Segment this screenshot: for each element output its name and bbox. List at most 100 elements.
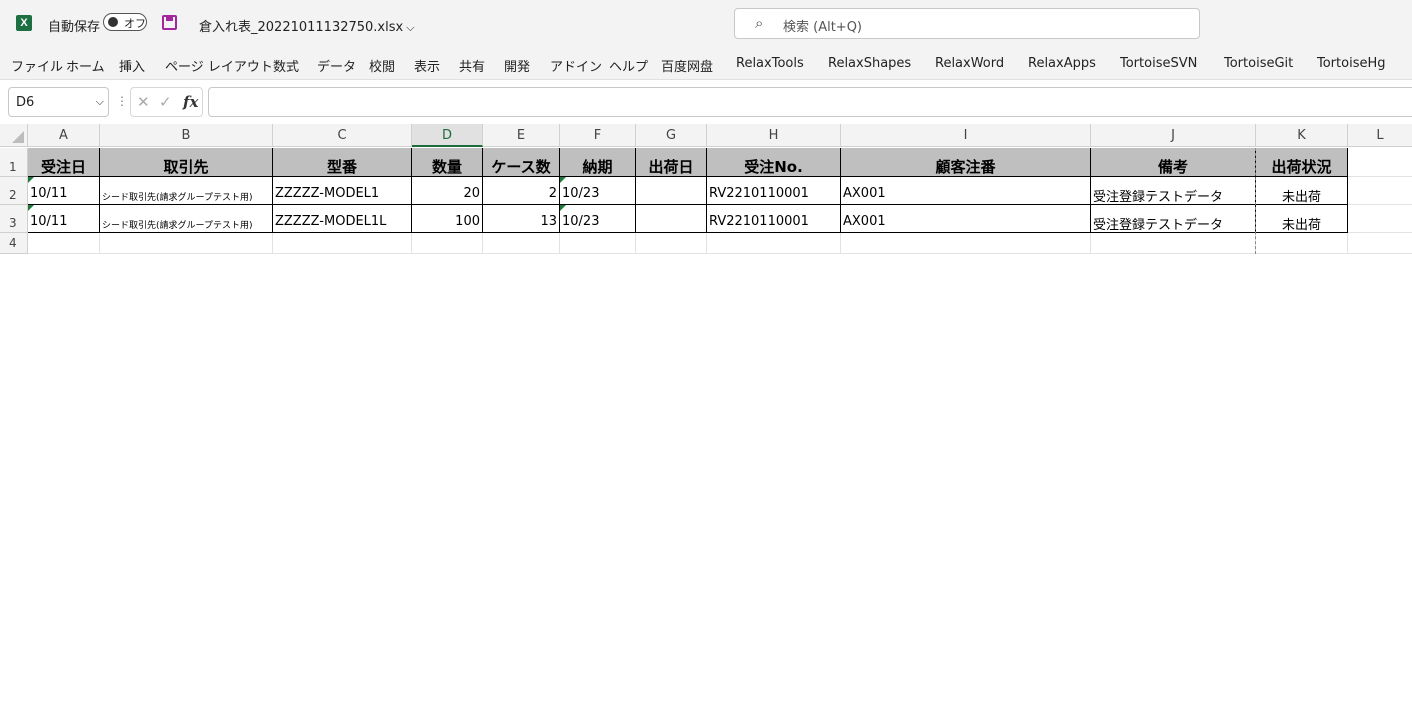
table-cell[interactable]: 未出荷 [1256, 205, 1348, 233]
autosave-toggle[interactable]: オフ [103, 13, 147, 31]
column-header-c[interactable]: C [273, 124, 412, 147]
tab-page-layout[interactable]: ページ レイアウト [165, 56, 273, 75]
table-cell[interactable]: AX001 [841, 205, 1091, 233]
name-box-value: D6 [16, 95, 35, 110]
tab-formulas[interactable]: 数式 [273, 56, 299, 75]
select-all-button[interactable] [0, 124, 28, 147]
table-cell[interactable] [636, 233, 707, 254]
table-cell[interactable] [636, 205, 707, 233]
table-cell[interactable]: 100 [412, 205, 483, 233]
tab-relaxtools[interactable]: RelaxTools [736, 56, 804, 71]
column-header-k[interactable]: K [1256, 124, 1348, 147]
tab-tortoisesvn[interactable]: TortoiseSVN [1120, 56, 1197, 71]
table-cell[interactable]: シード取引先(請求グループテスト用) [100, 205, 273, 233]
tab-tortoisegit[interactable]: TortoiseGit [1224, 56, 1293, 71]
table-cell[interactable] [1256, 233, 1348, 254]
insert-function-icon[interactable]: fx [183, 93, 198, 111]
table-cell[interactable]: ZZZZZ-MODEL1 [273, 177, 412, 205]
table-cell[interactable]: 受注登録テストデータ [1091, 177, 1256, 205]
tab-view[interactable]: 表示 [414, 56, 440, 75]
column-header-f[interactable]: F [560, 124, 636, 147]
column-header-l[interactable]: L [1348, 124, 1412, 147]
ribbon-tabs: ファイル ホーム 挿入 ページ レイアウト 数式 データ 校閲 表示 共有 開発… [0, 48, 1412, 80]
table-cell[interactable]: 10/23 [560, 205, 636, 233]
table-cell[interactable] [1348, 177, 1412, 205]
column-header-j[interactable]: J [1091, 124, 1256, 147]
table-cell[interactable]: 20 [412, 177, 483, 205]
column-header-i[interactable]: I [841, 124, 1091, 147]
table-cell[interactable] [28, 233, 100, 254]
tab-addins[interactable]: アドイン [550, 56, 602, 75]
more-options-icon[interactable]: ⋮ [116, 94, 128, 108]
tab-developer[interactable]: 開発 [504, 56, 530, 75]
header-cell-model[interactable]: 型番 [273, 148, 412, 177]
column-header-b[interactable]: B [100, 124, 273, 147]
header-cell-ship-status[interactable]: 出荷状況 [1256, 148, 1348, 177]
table-cell[interactable] [483, 233, 560, 254]
table-cell[interactable]: 受注登録テストデータ [1091, 205, 1256, 233]
chevron-down-icon[interactable]: ⌵ [96, 95, 104, 109]
table-cell[interactable] [1348, 148, 1412, 177]
table-cell[interactable]: 10/23 [560, 177, 636, 205]
tab-data[interactable]: データ [317, 56, 356, 75]
column-header-d[interactable]: D [412, 124, 483, 147]
header-cell-customer-po[interactable]: 顧客注番 [841, 148, 1091, 177]
header-cell-notes[interactable]: 備考 [1091, 148, 1256, 177]
table-cell[interactable] [560, 233, 636, 254]
header-cell-due-date[interactable]: 納期 [560, 148, 636, 177]
table-cell[interactable]: RV2210110001 [707, 205, 841, 233]
table-cell[interactable]: 2 [483, 177, 560, 205]
table-cell[interactable] [707, 233, 841, 254]
tab-file[interactable]: ファイル [11, 56, 63, 75]
check-icon[interactable]: ✓ [159, 93, 172, 111]
row-header-1[interactable]: 1 [0, 148, 28, 177]
cancel-icon[interactable]: ✕ [137, 93, 150, 111]
header-cell-order-date[interactable]: 受注日 [28, 148, 100, 177]
table-cell[interactable]: 13 [483, 205, 560, 233]
tab-help[interactable]: ヘルプ [609, 56, 648, 75]
tab-share[interactable]: 共有 [459, 56, 485, 75]
tab-baidu[interactable]: 百度网盘 [661, 56, 713, 75]
header-cell-order-no[interactable]: 受注No. [707, 148, 841, 177]
tab-home[interactable]: ホーム [66, 56, 105, 75]
formula-input[interactable] [208, 87, 1412, 117]
row-header-2[interactable]: 2 [0, 177, 28, 205]
table-cell[interactable] [412, 233, 483, 254]
save-icon[interactable] [162, 15, 177, 30]
table-cell[interactable]: 10/11 [28, 205, 100, 233]
tab-insert[interactable]: 挿入 [119, 56, 145, 75]
name-box[interactable]: D6 ⌵ [8, 87, 109, 117]
tab-relaxshapes[interactable]: RelaxShapes [828, 56, 911, 71]
tab-tortoisehg[interactable]: TortoiseHg [1317, 56, 1386, 71]
autosave-label: 自動保存 [48, 20, 101, 35]
table-cell[interactable] [100, 233, 273, 254]
table-cell[interactable]: AX001 [841, 177, 1091, 205]
column-header-e[interactable]: E [483, 124, 560, 147]
row-header-3[interactable]: 3 [0, 205, 28, 233]
table-cell[interactable] [636, 177, 707, 205]
tab-relaxword[interactable]: RelaxWord [935, 56, 1004, 71]
row-header-4[interactable]: 4 [0, 233, 28, 254]
table-cell[interactable]: 未出荷 [1256, 177, 1348, 205]
table-cell[interactable]: 10/11 [28, 177, 100, 205]
search-placeholder: 検索 (Alt+Q) [783, 20, 863, 35]
search-box[interactable]: ⌕ 検索 (Alt+Q) [734, 8, 1200, 39]
column-header-g[interactable]: G [636, 124, 707, 147]
tab-relaxapps[interactable]: RelaxApps [1028, 56, 1096, 71]
header-cell-customer[interactable]: 取引先 [100, 148, 273, 177]
header-cell-cases[interactable]: ケース数 [483, 148, 560, 177]
table-cell[interactable] [841, 233, 1091, 254]
table-cell[interactable]: ZZZZZ-MODEL1L [273, 205, 412, 233]
table-cell[interactable] [273, 233, 412, 254]
column-header-a[interactable]: A [28, 124, 100, 147]
table-cell[interactable] [1348, 233, 1412, 254]
table-cell[interactable]: シード取引先(請求グループテスト用) [100, 177, 273, 205]
tab-review[interactable]: 校閲 [369, 56, 395, 75]
header-cell-quantity[interactable]: 数量 [412, 148, 483, 177]
table-cell[interactable] [1348, 205, 1412, 233]
table-cell[interactable]: RV2210110001 [707, 177, 841, 205]
header-cell-ship-date[interactable]: 出荷日 [636, 148, 707, 177]
column-header-h[interactable]: H [707, 124, 841, 147]
file-name-dropdown[interactable]: 倉入れ表_20221011132750.xlsx ⌵ [199, 16, 415, 35]
table-cell[interactable] [1091, 233, 1256, 254]
